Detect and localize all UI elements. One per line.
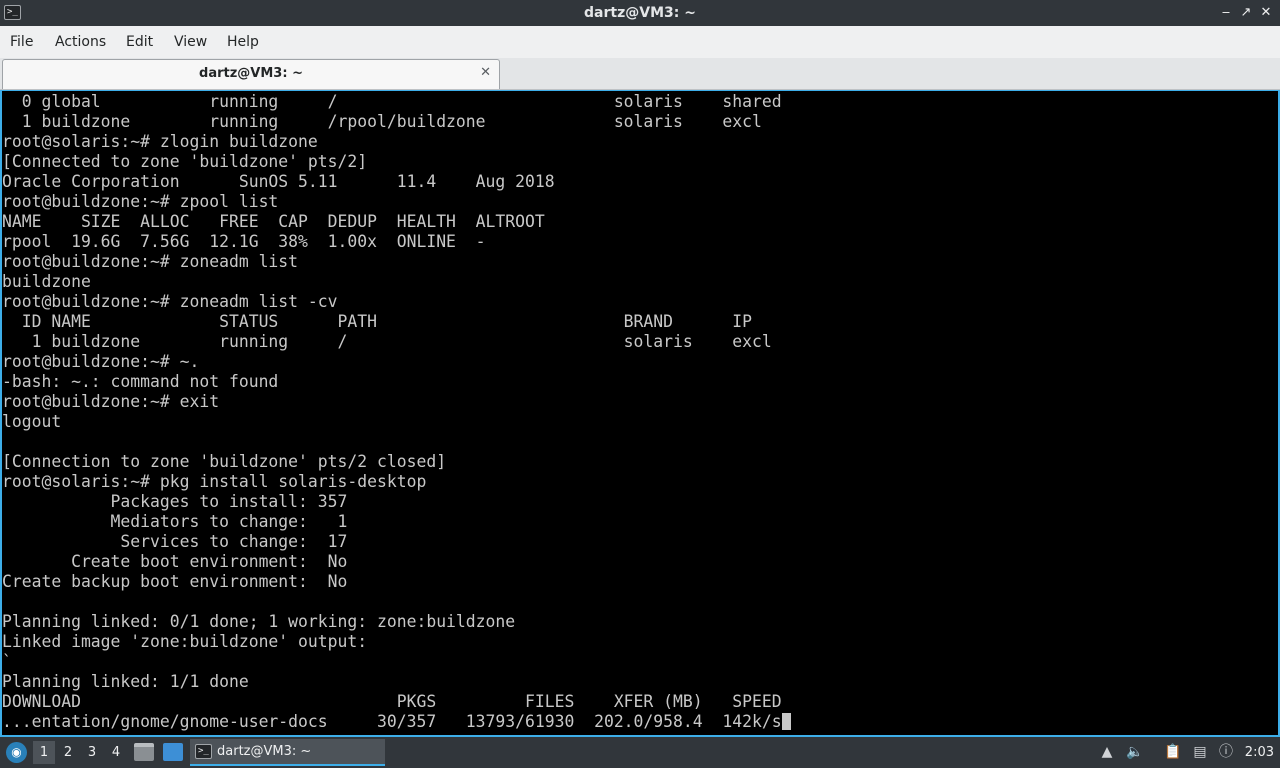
tab-bar: dartz@VM3: ~ ✕ <box>0 58 1280 90</box>
taskbar-task-terminal[interactable]: >_ dartz@VM3: ~ <box>190 739 385 766</box>
terminal-line: rpool 19.6G 7.56G 12.1G 38% 1.00x ONLINE… <box>2 232 486 251</box>
minimize-button[interactable]: ‒ <box>1216 3 1236 23</box>
package-updates-icon[interactable]: ▲ <box>1098 743 1116 761</box>
terminal-line: root@buildzone:~# zoneadm list -cv <box>2 292 338 311</box>
window-title: dartz@VM3: ~ <box>584 5 696 21</box>
volume-icon[interactable]: 🔈 <box>1126 743 1144 761</box>
terminal-line: ` <box>2 652 12 671</box>
terminal-line: NAME SIZE ALLOC FREE CAP DEDUP HEALTH AL… <box>2 212 545 231</box>
terminal-line: 1 buildzone running / solaris excl <box>2 332 772 351</box>
terminal-line: 0 global running / solaris shared <box>2 92 782 111</box>
terminal-line: 1 buildzone running /rpool/buildzone sol… <box>2 112 762 131</box>
terminal-line: Planning linked: 1/1 done <box>2 672 249 691</box>
title-bar: >_ dartz@VM3: ~ ‒ ↗ ✕ <box>0 0 1280 26</box>
tab-label: dartz@VM3: ~ <box>199 66 303 81</box>
notifications-icon[interactable]: ⓘ <box>1216 743 1236 761</box>
terminal-line: Mediators to change: 1 <box>2 512 348 531</box>
workspace-1[interactable]: 1 <box>33 741 55 764</box>
terminal-line: buildzone <box>2 272 91 291</box>
terminal-line: Linked image 'zone:buildzone' output: <box>2 632 368 651</box>
terminal-cursor <box>781 713 791 730</box>
menu-file[interactable]: File <box>10 26 33 58</box>
taskbar: ◉ 1 2 3 4 >_ dartz@VM3: ~ ▲ 🔈 📋 ▤ ⓘ 2:03 <box>0 737 1280 768</box>
tab-terminal[interactable]: dartz@VM3: ~ ✕ <box>2 59 500 89</box>
menu-view[interactable]: View <box>174 26 207 58</box>
terminal-line: Packages to install: 357 <box>2 492 348 511</box>
terminal-line: Services to change: 17 <box>2 532 348 551</box>
terminal-view[interactable]: 0 global running / solaris shared 1 buil… <box>0 90 1280 737</box>
progress-line-text: ...entation/gnome/gnome-user-docs 30/357… <box>2 712 782 731</box>
terminal-line: [Connection to zone 'buildzone' pts/2 cl… <box>2 452 447 471</box>
terminal-line: root@buildzone:~# zpool list <box>2 192 279 211</box>
tab-close-icon[interactable]: ✕ <box>480 60 491 86</box>
terminal-line: [Connected to zone 'buildzone' pts/2] <box>2 152 368 171</box>
menu-help[interactable]: Help <box>227 26 259 58</box>
terminal-line: root@buildzone:~# zoneadm list <box>2 252 299 271</box>
workspace-2[interactable]: 2 <box>57 741 79 764</box>
network-icon[interactable]: ▤ <box>1190 743 1210 761</box>
workspace-4[interactable]: 4 <box>105 741 127 764</box>
terminal-current-line: ...entation/gnome/gnome-user-docs 30/357… <box>2 712 1278 732</box>
terminal-line: logout <box>2 412 62 431</box>
close-window-button[interactable]: ✕ <box>1256 3 1276 23</box>
clock[interactable]: 2:03 <box>1245 737 1274 768</box>
terminal-line: Create backup boot environment: No <box>2 572 348 591</box>
menu-edit[interactable]: Edit <box>126 26 153 58</box>
show-desktop-icon[interactable] <box>163 743 183 761</box>
menu-bar: File Actions Edit View Help <box>0 26 1280 58</box>
terminal-line: Planning linked: 0/1 done; 1 working: zo… <box>2 612 516 631</box>
terminal-line: DOWNLOAD PKGS FILES XFER (MB) SPEED <box>2 692 782 711</box>
terminal-line: -bash: ~.: command not found <box>2 372 279 391</box>
taskbar-task-label: dartz@VM3: ~ <box>217 744 312 759</box>
terminal-line: root@solaris:~# zlogin buildzone <box>2 132 318 151</box>
file-manager-icon[interactable] <box>134 743 154 761</box>
clipboard-icon[interactable]: 📋 <box>1164 743 1182 761</box>
terminal-output: 0 global running / solaris shared 1 buil… <box>2 92 1278 732</box>
terminal-line: root@solaris:~# pkg install solaris-desk… <box>2 472 427 491</box>
terminal-line: Oracle Corporation SunOS 5.11 11.4 Aug 2… <box>2 172 555 191</box>
terminal-line: Create boot environment: No <box>2 552 348 571</box>
terminal-task-icon: >_ <box>195 744 212 759</box>
workspace-3[interactable]: 3 <box>81 741 103 764</box>
terminal-line: ID NAME STATUS PATH BRAND IP <box>2 312 752 331</box>
start-menu-icon[interactable]: ◉ <box>6 742 27 763</box>
menu-actions[interactable]: Actions <box>55 26 106 58</box>
terminal-line: root@buildzone:~# ~. <box>2 352 200 371</box>
maximize-button[interactable]: ↗ <box>1236 3 1256 23</box>
terminal-line: root@buildzone:~# exit <box>2 392 220 411</box>
